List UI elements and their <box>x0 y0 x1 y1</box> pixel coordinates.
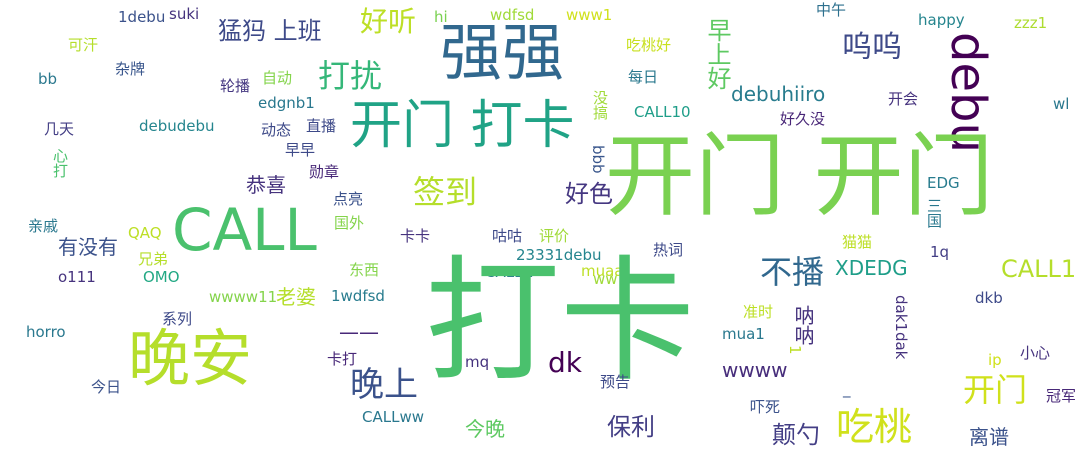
word-edg: EDG <box>927 174 960 192</box>
word-wwww11: wwww11 <box>209 288 278 306</box>
word-callww: CALLww <box>362 408 424 426</box>
word-call10: CALL10 <box>634 103 691 121</box>
word-xunzhang: 勋章 <box>309 163 340 181</box>
word-wanshang: 晚上 <box>350 365 418 405</box>
word-underscore: _ <box>843 380 851 398</box>
word-debudebu: debudebu <box>139 117 215 135</box>
word-www1: www1 <box>566 6 613 24</box>
word-qiandao: 签到 <box>413 173 478 211</box>
word-laopo: 老婆 <box>276 285 316 309</box>
word-dongxi: 东西 <box>349 261 380 279</box>
word-dazao: 打扰 <box>318 57 383 95</box>
word-call1: CALL1 <box>1001 255 1077 283</box>
word-nana: 呐呐 <box>791 305 815 345</box>
word-dkb: dkb <box>975 289 1003 307</box>
word-xinda: 心打 <box>51 148 69 178</box>
word-zhibo: 直播 <box>306 117 337 135</box>
word-zzz1: zzz1 <box>1014 14 1048 32</box>
word-xiaoxin: 小心 <box>1020 344 1051 362</box>
word-mengma: 猛犸 上班 <box>218 17 322 45</box>
word-kaihui: 开会 <box>888 90 919 108</box>
word-chitao: 吃桃 <box>836 405 913 449</box>
word-lipu: 离谱 <box>969 425 1009 449</box>
word-edgnb1: edgnb1 <box>258 94 315 112</box>
word-yugao: 预告 <box>600 373 631 391</box>
word-happy: happy <box>918 11 965 29</box>
word-guowai: 国外 <box>334 214 365 232</box>
word-qiangqiang: 强强 <box>440 16 565 89</box>
word-youmeiyou: 有没有 <box>58 235 118 259</box>
word-debuhiiro: debuhiiro <box>731 82 826 106</box>
word-o111: o111 <box>58 268 96 286</box>
word-gongxi: 恭喜 <box>246 173 286 197</box>
word-mq: mq <box>465 353 490 371</box>
word-zaozao: 早早 <box>285 141 316 159</box>
word-1: 1 <box>786 345 804 355</box>
word-mua1: mua1 <box>722 325 765 343</box>
word-haoting: 好听 <box>360 5 417 38</box>
word-lunbo: 轮播 <box>220 77 251 95</box>
word-guanjun: 冠军 <box>1046 387 1077 405</box>
word-meiri: 每日 <box>628 68 659 86</box>
word-zaoshanghao: 早上好 <box>703 18 731 90</box>
word-cloud: 1debu suki hi wdfsd www1 中午 happy zzz1 可… <box>0 0 1080 463</box>
word-zapai: 杂牌 <box>115 60 146 78</box>
word-dianliang: 点亮 <box>333 190 364 208</box>
word-1wdfsd: 1wdfsd <box>331 287 385 305</box>
word-zhunshi: 准时 <box>743 303 774 321</box>
word-pingjia: 评价 <box>539 227 570 245</box>
word-wanan: 晚安 <box>128 322 253 395</box>
word-suki: suki <box>169 5 200 23</box>
word-wl: wl <box>1053 95 1070 113</box>
word-dak1dak: dak1dak <box>892 295 910 360</box>
word-bbb: bbb <box>589 145 607 174</box>
word-zhongwu: 中午 <box>816 1 847 19</box>
word-mei-xian: 没搞 <box>591 90 609 120</box>
word-xdedg: XDEDG <box>835 256 908 280</box>
word-zidong: 自动 <box>262 69 293 87</box>
word-jinri: 今日 <box>91 378 122 396</box>
word-jitian: 几天 <box>44 120 75 138</box>
word-1debu: 1debu <box>118 8 166 26</box>
word-kaka: 卡卡 <box>400 227 431 245</box>
word-kaimendaka: 开门 打卡 <box>350 96 575 156</box>
word-dianshao: 颠勺 <box>772 421 820 449</box>
word-wwww: wwww <box>722 358 788 382</box>
word-dk: dk <box>548 346 582 379</box>
word-qinqi: 亲戚 <box>28 217 59 235</box>
word-bb: bb <box>38 70 58 88</box>
word-dash: —— <box>339 320 379 344</box>
word-kehan: 可汗 <box>68 36 99 54</box>
word-chitaohao: 吃桃好 <box>626 36 672 54</box>
word-qaq: QAQ <box>128 224 162 242</box>
word-xiasi: 吓死 <box>750 398 781 416</box>
word-xiongdi: 兄弟 <box>138 250 169 268</box>
word-maomao: 猫猫 <box>842 233 873 251</box>
word-gugu: 咕咕 <box>492 227 523 245</box>
word-kaimen: 开门 <box>963 371 1028 409</box>
word-dongtai: 动态 <box>261 121 292 139</box>
word-call: CALL <box>172 196 317 264</box>
word-1q: 1q <box>930 243 950 261</box>
word-haose: 好色 <box>565 180 613 208</box>
word-baoli: 保利 <box>607 413 655 441</box>
word-omo: OMO <box>143 268 180 286</box>
word-horro: horro <box>26 323 66 341</box>
word-ip: ip <box>988 351 1002 369</box>
word-jinwan: 今晚 <box>465 417 505 441</box>
word-wuwu: 呜呜 <box>842 30 902 65</box>
word-sanjun: 三国 <box>925 198 943 228</box>
word-bubo: 不播 <box>760 253 825 291</box>
